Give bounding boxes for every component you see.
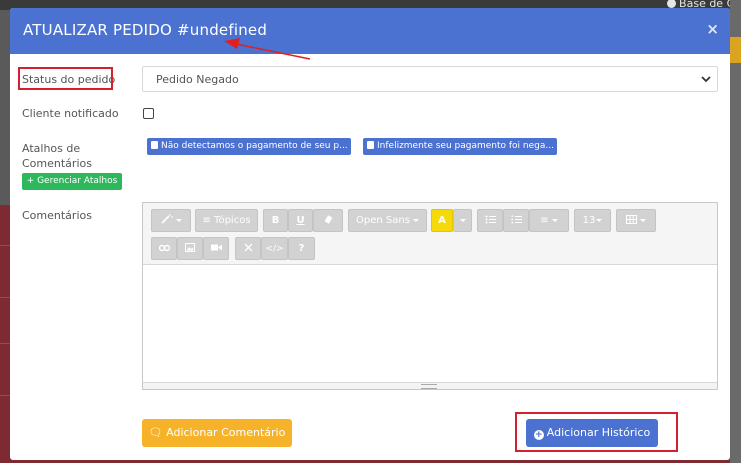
- notified-checkbox[interactable]: [143, 108, 154, 119]
- editor-resize-handle[interactable]: [143, 382, 717, 389]
- code-icon: </>: [265, 244, 284, 254]
- fullscreen-button[interactable]: [235, 237, 261, 260]
- link-icon: [158, 244, 170, 252]
- image-button[interactable]: [177, 237, 203, 260]
- font-family-dropdown[interactable]: Open Sans: [348, 209, 427, 232]
- annotation-box-status: [18, 67, 113, 90]
- comments-label: Comentários: [22, 209, 92, 222]
- shortcuts-label: Atalhos de: [22, 142, 81, 155]
- status-select[interactable]: Pedido Negado: [142, 66, 718, 92]
- plus-circle-icon: +: [533, 430, 544, 440]
- status-select-value: Pedido Negado: [156, 73, 239, 86]
- style-dropdown[interactable]: [151, 209, 191, 232]
- comment-textarea[interactable]: [143, 265, 717, 383]
- copy-icon: [367, 141, 374, 149]
- highlight-color-button[interactable]: A: [431, 209, 453, 232]
- editor-toolbar: ≡ Tópicos B U Open Sans A ≡ 13 </> ?: [143, 203, 717, 265]
- close-button[interactable]: ×: [706, 20, 719, 38]
- plus-circle-icon: [667, 0, 677, 8]
- shortcut-chip[interactable]: Não detectamos o pagamento de seu p...: [147, 138, 351, 155]
- image-icon: [185, 243, 195, 252]
- modal-header: ATUALIZAR PEDIDO #undefined ×: [10, 8, 730, 54]
- underline-button[interactable]: U: [288, 209, 313, 232]
- update-order-modal: ATUALIZAR PEDIDO #undefined × Status do …: [10, 8, 730, 460]
- video-button[interactable]: [203, 237, 229, 260]
- background-sidebar: [730, 0, 741, 463]
- bullet-list-icon: [485, 215, 496, 224]
- unordered-list-button[interactable]: [477, 209, 503, 232]
- plus-icon: +: [26, 176, 38, 186]
- add-history-button[interactable]: + Adicionar Histórico: [526, 419, 658, 447]
- modal-title: ATUALIZAR PEDIDO #undefined: [23, 21, 268, 39]
- clear-format-button[interactable]: [313, 209, 343, 232]
- numbered-list-icon: [511, 215, 522, 224]
- font-color-icon: A: [438, 215, 446, 226]
- chevron-down-icon: [701, 76, 711, 83]
- code-view-button[interactable]: </>: [261, 237, 288, 260]
- manage-shortcuts-button[interactable]: + Gerenciar Atalhos: [22, 173, 122, 190]
- shortcut-chip[interactable]: Infelizmente seu pagamento foi nega...: [363, 138, 557, 155]
- add-comment-button[interactable]: 🗨 Adicionar Comentário: [142, 419, 292, 447]
- highlight-color-dropdown[interactable]: [453, 209, 472, 232]
- paragraph-dropdown[interactable]: ≡ Tópicos: [195, 209, 258, 232]
- table-icon: [626, 215, 637, 224]
- link-button[interactable]: [151, 237, 177, 260]
- table-dropdown[interactable]: [616, 209, 656, 232]
- align-left-icon: ≡: [540, 215, 549, 226]
- help-button[interactable]: ?: [288, 237, 315, 260]
- background-button: [730, 37, 741, 63]
- expand-icon: [244, 243, 252, 252]
- video-icon: [210, 244, 222, 251]
- ordered-list-button[interactable]: [503, 209, 529, 232]
- eraser-icon: [324, 215, 332, 224]
- bold-button[interactable]: B: [263, 209, 288, 232]
- align-dropdown[interactable]: ≡: [529, 209, 569, 232]
- shortcuts-label-second-line: Comentários: [22, 157, 92, 170]
- grip-icon: [421, 384, 437, 389]
- font-size-dropdown[interactable]: 13: [574, 209, 611, 232]
- magic-wand-icon: [160, 214, 173, 224]
- list-icon: ≡: [202, 215, 211, 226]
- notified-label: Cliente notificado: [22, 107, 119, 120]
- comment-icon: 🗨: [148, 426, 167, 439]
- copy-icon: [151, 141, 158, 149]
- comment-editor: ≡ Tópicos B U Open Sans A ≡ 13 </> ?: [142, 202, 718, 390]
